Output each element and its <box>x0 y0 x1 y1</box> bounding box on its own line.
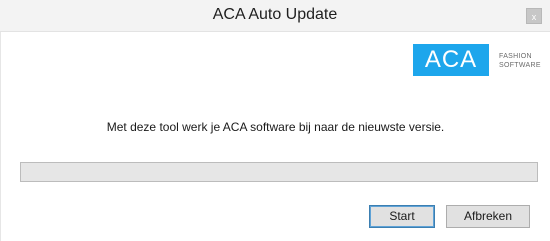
logo-subtitle: FASHION SOFTWARE <box>499 52 541 70</box>
dialog-body: ACA FASHION SOFTWARE Met deze tool werk … <box>0 32 550 241</box>
logo-sub-line2: SOFTWARE <box>499 62 541 69</box>
cancel-button[interactable]: Afbreken <box>446 205 530 228</box>
logo-sub-line1: FASHION <box>499 53 532 60</box>
window-title: ACA Auto Update <box>212 6 338 23</box>
aca-logo: ACA FASHION SOFTWARE <box>413 44 541 76</box>
start-button[interactable]: Start <box>369 205 435 228</box>
title-bar[interactable]: ACA Auto Update x <box>0 0 550 32</box>
update-dialog: ACA Auto Update x ACA FASHION SOFTWARE M… <box>0 0 550 241</box>
progress-bar <box>20 162 538 182</box>
close-button[interactable]: x <box>526 8 542 24</box>
info-message: Met deze tool werk je ACA software bij n… <box>106 120 445 134</box>
logo-brand: ACA <box>413 44 489 76</box>
